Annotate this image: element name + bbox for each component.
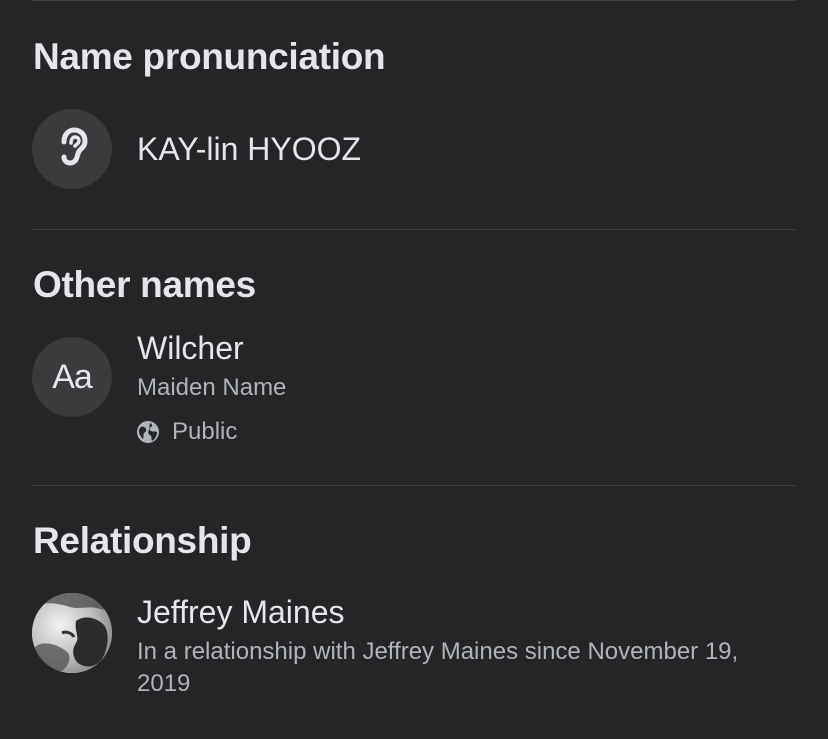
pronunciation-text: KAY-lin HYOOZ xyxy=(137,131,362,167)
avatar-photo xyxy=(32,593,112,673)
section-divider xyxy=(32,485,796,486)
other-names-title: Other names xyxy=(33,264,256,305)
other-name-type: Maiden Name xyxy=(137,374,287,401)
other-name-icon-circle: Aa xyxy=(32,337,112,417)
relationship-title: Relationship xyxy=(33,520,252,561)
top-divider xyxy=(32,0,796,1)
other-name-value[interactable]: Wilcher xyxy=(137,330,244,367)
pronunciation-icon-circle[interactable] xyxy=(32,109,112,189)
globe-icon xyxy=(136,420,160,444)
section-divider xyxy=(32,229,796,230)
privacy-label[interactable]: Public xyxy=(172,416,237,448)
partner-avatar[interactable] xyxy=(32,593,112,673)
ear-icon xyxy=(55,126,89,172)
partner-name-link[interactable]: Jeffrey Maines xyxy=(137,594,345,631)
name-pronunciation-title: Name pronunciation xyxy=(33,36,386,77)
relationship-detail: In a relationship with Jeffrey Maines si… xyxy=(137,638,739,697)
font-aa-icon: Aa xyxy=(52,357,93,396)
